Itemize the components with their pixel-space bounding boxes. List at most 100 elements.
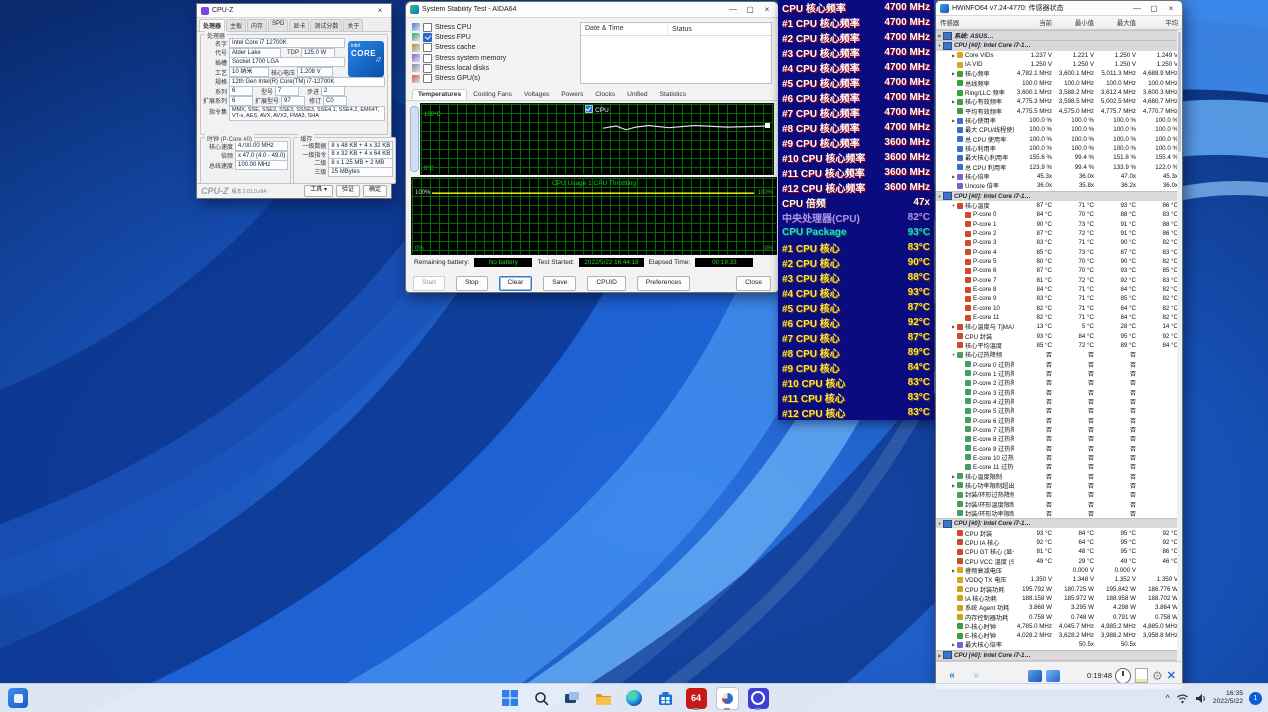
aida64-tab-1[interactable]: Cooling Fans — [467, 89, 518, 100]
sensor-row[interactable]: P-core 7 81 °C72 °C92 °C83 °C — [936, 276, 1182, 285]
logging-icon[interactable] — [1135, 668, 1148, 683]
aida64-maximize-icon[interactable]: ▢ — [743, 5, 757, 14]
sensor-row[interactable]: 总线频率 100.0 MHz100.0 MHz100.0 MHz100.0 MH… — [936, 79, 1182, 88]
aida64-taskbar-button[interactable]: 64 — [684, 686, 708, 710]
sensor-row[interactable]: P-core 5 过热降频 否否否 — [936, 406, 1182, 415]
sensor-row[interactable]: P-核心时钟 4,785.0 MHz4,045.7 MHz4,985.2 MHz… — [936, 622, 1182, 631]
sensor-scrollbar[interactable] — [1177, 30, 1182, 661]
sensor-row[interactable]: P-core 4 85 °C73 °C87 °C83 °C — [936, 248, 1182, 257]
cpuz-tab-2[interactable]: 内存 — [247, 19, 267, 31]
speaker-icon[interactable] — [1195, 693, 1207, 704]
sensor-row[interactable]: CPU IA 核心 92 °C64 °C95 °C92 °C — [936, 538, 1182, 547]
sensor-row[interactable]: E-core 11 82 °C71 °C84 °C82 °C — [936, 313, 1182, 322]
notification-badge[interactable]: 1 — [1249, 692, 1262, 705]
nav-forward-icon[interactable]: » — [966, 667, 986, 685]
cpuz-tab-4[interactable]: 显卡 — [289, 19, 309, 31]
sensor-section-row[interactable]: ▼ CPU [#0]: Intel Core i7-1… — [936, 518, 1182, 528]
sensor-row[interactable]: ▶ 核心有效频率 4,775.3 MHz3,598.5 MHz5,002.5 M… — [936, 97, 1182, 106]
stress-checkbox[interactable] — [423, 74, 432, 83]
cpuid-button[interactable]: CPUID — [587, 276, 626, 291]
hwinfo-toolbar-close-icon[interactable]: ✕ — [1167, 669, 1176, 682]
gadget-icon[interactable] — [1028, 670, 1042, 682]
sensor-row[interactable]: E-core 9 83 °C71 °C85 °C82 °C — [936, 294, 1182, 303]
expand-icon[interactable]: ▶ — [950, 568, 957, 573]
ok-button[interactable]: 确定 — [363, 185, 387, 197]
sensor-row[interactable]: ▶ 核心功率限制超出 否否否 — [936, 481, 1182, 490]
col-current[interactable]: 当前 — [1014, 18, 1056, 27]
sensor-row[interactable]: ▶ 睿频衰减电压 0.000 V0.000 V — [936, 566, 1182, 575]
sensor-row[interactable]: P-core 6 过热降频 否否否 — [936, 415, 1182, 424]
tray-overflow-icon[interactable]: ^ — [1166, 693, 1170, 703]
aida64-tab-6[interactable]: Statistics — [654, 89, 692, 100]
stop-button[interactable]: Stop — [456, 276, 488, 291]
expand-icon[interactable]: ▶ — [950, 642, 957, 647]
sensor-row[interactable]: 系统 Agent 功耗 3.868 W3.295 W4.298 W3.864 W — [936, 603, 1182, 612]
sensor-row[interactable]: ▼ 核心温度 87 °C71 °C93 °C86 °C — [936, 201, 1182, 210]
sensor-row[interactable]: ▶ 最大核心倍率 50.5x50.5x — [936, 640, 1182, 649]
col-sensor[interactable]: 传感器 — [936, 18, 1014, 27]
log-col-datetime[interactable]: Date & Time — [581, 23, 668, 35]
sensor-row[interactable]: ▶ 核心倍率 45.3x36.0x47.0x45.3x — [936, 172, 1182, 181]
sensor-row[interactable]: 封装/环形功率限制超出 否否否 — [936, 509, 1182, 518]
expand-icon[interactable]: ▶ — [936, 653, 943, 658]
sensor-row[interactable]: 最大核心利用率 155.6 %99.4 %151.8 %155.4 % — [936, 153, 1182, 162]
sensor-row[interactable]: 封装/环形温度限制 否否否 — [936, 499, 1182, 508]
sensor-row[interactable]: E-core 11 过热降频 否否否 — [936, 462, 1182, 471]
cpuz-close-icon[interactable]: × — [373, 6, 387, 15]
tray-clock[interactable]: 16:35 2022/5/22 — [1213, 690, 1243, 706]
gamepp-taskbar-button[interactable] — [746, 686, 770, 710]
sensor-row[interactable]: P-core 7 过热降频 否否否 — [936, 425, 1182, 434]
sensor-section-row[interactable]: ▶ 系统: ASUS… — [936, 30, 1182, 40]
sensor-row[interactable]: P-core 2 过热降频 否否否 — [936, 378, 1182, 387]
sensor-section-row[interactable]: ▶ CPU [#0]: Intel Core i7-1… — [936, 650, 1182, 660]
log-col-status[interactable]: Status — [668, 26, 692, 33]
sensor-row[interactable]: 封装/环形过热降频 否否否 — [936, 490, 1182, 499]
stress-checkbox[interactable] — [423, 33, 432, 42]
cpuz-tab-3[interactable]: SPD — [268, 19, 288, 31]
graph-scrollbar[interactable] — [410, 106, 419, 172]
sensor-row[interactable]: CPU GT 核心 (显卡) 81 °C48 °C95 °C86 °C — [936, 547, 1182, 556]
cpuz-tab-0[interactable]: 处理器 — [199, 19, 225, 31]
sensor-row[interactable]: Ring/LLC 频率 3,600.1 MHz3,588.2 MHz3,612.… — [936, 88, 1182, 97]
sensor-row[interactable]: P-core 3 过热降频 否否否 — [936, 387, 1182, 396]
sensor-row[interactable]: E-core 8 84 °C71 °C84 °C82 °C — [936, 285, 1182, 294]
sensor-row[interactable]: 总 CPU 利用率 123.9 %99.4 %133.9 %122.0 % — [936, 163, 1182, 172]
sensor-row[interactable]: 核心利用率 100.0 %100.0 %100.0 %100.0 % — [936, 144, 1182, 153]
file-explorer-button[interactable] — [591, 686, 615, 710]
sensor-row[interactable]: ▼ 核心过热降频 否否否 — [936, 350, 1182, 359]
hwinfo-maximize-icon[interactable]: ▢ — [1147, 4, 1161, 13]
expand-icon[interactable]: ▶ — [950, 118, 957, 123]
sensor-row[interactable]: IA 核心功耗 188.158 W185.972 W188.958 W188.7… — [936, 594, 1182, 603]
aida64-minimize-icon[interactable]: — — [726, 5, 740, 14]
sensor-row[interactable]: ▶ 核心温度与 TjMAX 距离 13 °C5 °C28 °C14 °C — [936, 322, 1182, 331]
cpuz-titlebar[interactable]: CPU-Z × — [197, 4, 391, 18]
aida64-tab-3[interactable]: Powers — [555, 89, 589, 100]
sensor-row[interactable]: E-core 8 过热降频 否否否 — [936, 434, 1182, 443]
stress-checkbox[interactable] — [423, 23, 432, 32]
sensor-row[interactable]: P-core 0 过热降频 否否否 — [936, 359, 1182, 368]
aida64-tab-5[interactable]: Unified — [621, 89, 654, 100]
expand-icon[interactable]: ▶ — [950, 483, 957, 488]
sensor-row[interactable]: CPU 封装 93 °C84 °C95 °C92 °C — [936, 528, 1182, 537]
search-button[interactable] — [529, 686, 553, 710]
sensor-row[interactable]: ▶ 核心温度限制 否否否 — [936, 471, 1182, 480]
sensor-row[interactable]: P-core 1 过热降频 否否否 — [936, 369, 1182, 378]
edge-button[interactable] — [622, 686, 646, 710]
hwinfo-close-icon[interactable]: × — [1164, 4, 1178, 13]
sensor-row[interactable]: ▶ 核心使用率 100.0 %100.0 %100.0 %100.0 % — [936, 116, 1182, 125]
col-max[interactable]: 最大值 — [1098, 18, 1140, 27]
aida64-titlebar[interactable]: System Stability Test - AIDA64 — ▢ × — [406, 2, 778, 18]
expand-icon[interactable]: ▼ — [936, 194, 943, 199]
sensor-row[interactable]: Uncore 倍率 36.0x35.8x36.2x36.0x — [936, 181, 1182, 190]
expand-icon[interactable]: ▼ — [936, 43, 943, 48]
expand-icon[interactable]: ▶ — [950, 99, 957, 104]
expand-icon[interactable]: ▶ — [950, 174, 957, 179]
start-button[interactable] — [498, 686, 522, 710]
expand-icon[interactable]: ▼ — [950, 352, 957, 357]
sensor-row[interactable]: CPU 封装 93 °C84 °C95 °C92 °C — [936, 332, 1182, 341]
start-button[interactable]: Start — [413, 276, 445, 291]
sensor-section-row[interactable]: ▼ CPU [#0]: Intel Core i7-1… — [936, 40, 1182, 50]
tray-sensors-icon[interactable] — [1046, 670, 1060, 682]
sensor-row[interactable]: CPU VCC 温度 (SVID) 49 °C29 °C49 °C46 °C — [936, 556, 1182, 565]
stress-checkbox[interactable] — [423, 64, 432, 73]
